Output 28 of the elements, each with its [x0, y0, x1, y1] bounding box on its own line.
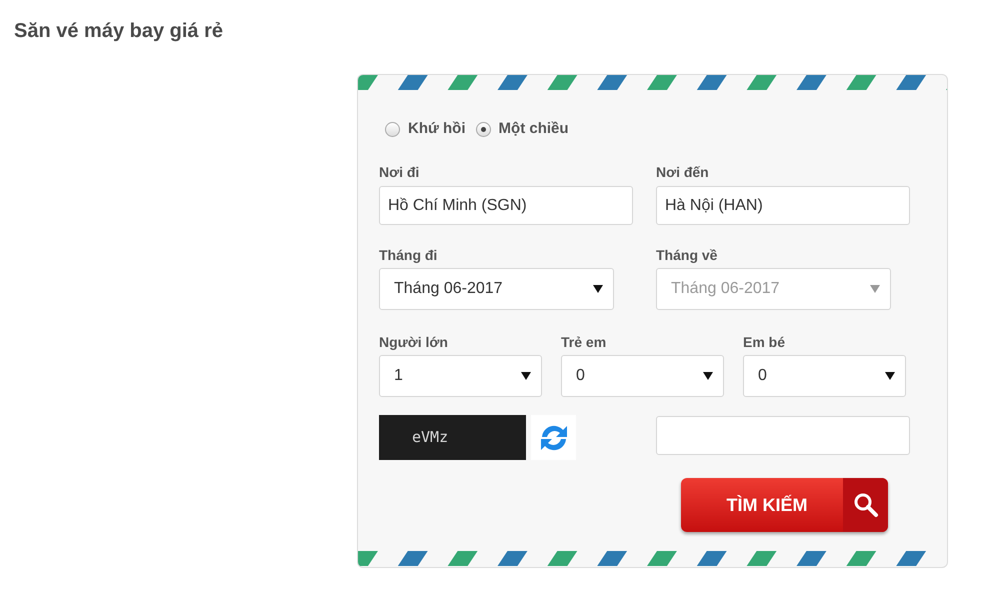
- captcha-image: eVMz: [379, 415, 526, 460]
- field-label: Trẻ em: [561, 333, 608, 350]
- radio-button[interactable]: [385, 122, 400, 136]
- text-input[interactable]: Hồ Chí Minh (SGN): [379, 186, 633, 225]
- field-label: Người lớn: [379, 333, 449, 350]
- page-title: Săn vé máy bay giá rẻ: [14, 19, 224, 44]
- radio-option[interactable]: Khứ hồi: [385, 118, 466, 140]
- radio-button[interactable]: [476, 122, 491, 136]
- select-dropdown[interactable]: 1: [379, 355, 542, 397]
- select-dropdown[interactable]: Tháng 06-2017: [379, 268, 614, 310]
- select-dropdown[interactable]: 0: [561, 355, 724, 397]
- search-button[interactable]: TÌM KIẾM: [681, 478, 888, 532]
- radio-option[interactable]: Một chiều: [476, 118, 569, 140]
- field-label: Em bé: [743, 333, 786, 350]
- refresh-button[interactable]: [531, 415, 576, 460]
- field-label: Nơi đến: [656, 163, 710, 180]
- caret-icon: [885, 372, 895, 380]
- caret-icon: [870, 285, 880, 293]
- select-dropdown[interactable]: 0: [743, 355, 906, 397]
- field-label: Tháng về: [656, 246, 718, 263]
- text-input[interactable]: Hà Nội (HAN): [656, 186, 910, 225]
- field-label: Tháng đi: [379, 246, 438, 263]
- search-icon: [852, 492, 878, 518]
- caret-icon: [593, 285, 603, 293]
- caret-icon: [703, 372, 713, 380]
- captcha-input[interactable]: [656, 416, 910, 455]
- caret-icon: [521, 372, 531, 380]
- field-label: Nơi đi: [379, 163, 420, 180]
